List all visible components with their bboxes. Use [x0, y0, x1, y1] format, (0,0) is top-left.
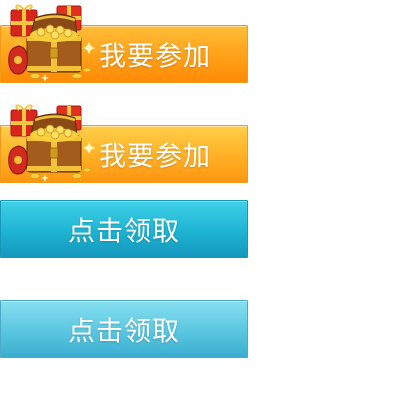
- join-button-label: 我要参加: [99, 41, 211, 73]
- treasure-chest-icon: [5, 4, 97, 86]
- claim-button-label: 点击领取: [68, 316, 180, 348]
- claim-button-label: 点击领取: [68, 216, 180, 248]
- treasure-chest-icon: [5, 104, 97, 186]
- claim-button-2[interactable]: 点击领取: [0, 300, 248, 358]
- claim-button-1[interactable]: 点击领取: [0, 200, 248, 258]
- join-button-1[interactable]: 我要参加: [0, 25, 248, 83]
- join-button-2[interactable]: 我要参加: [0, 125, 248, 183]
- join-button-label: 我要参加: [99, 141, 211, 173]
